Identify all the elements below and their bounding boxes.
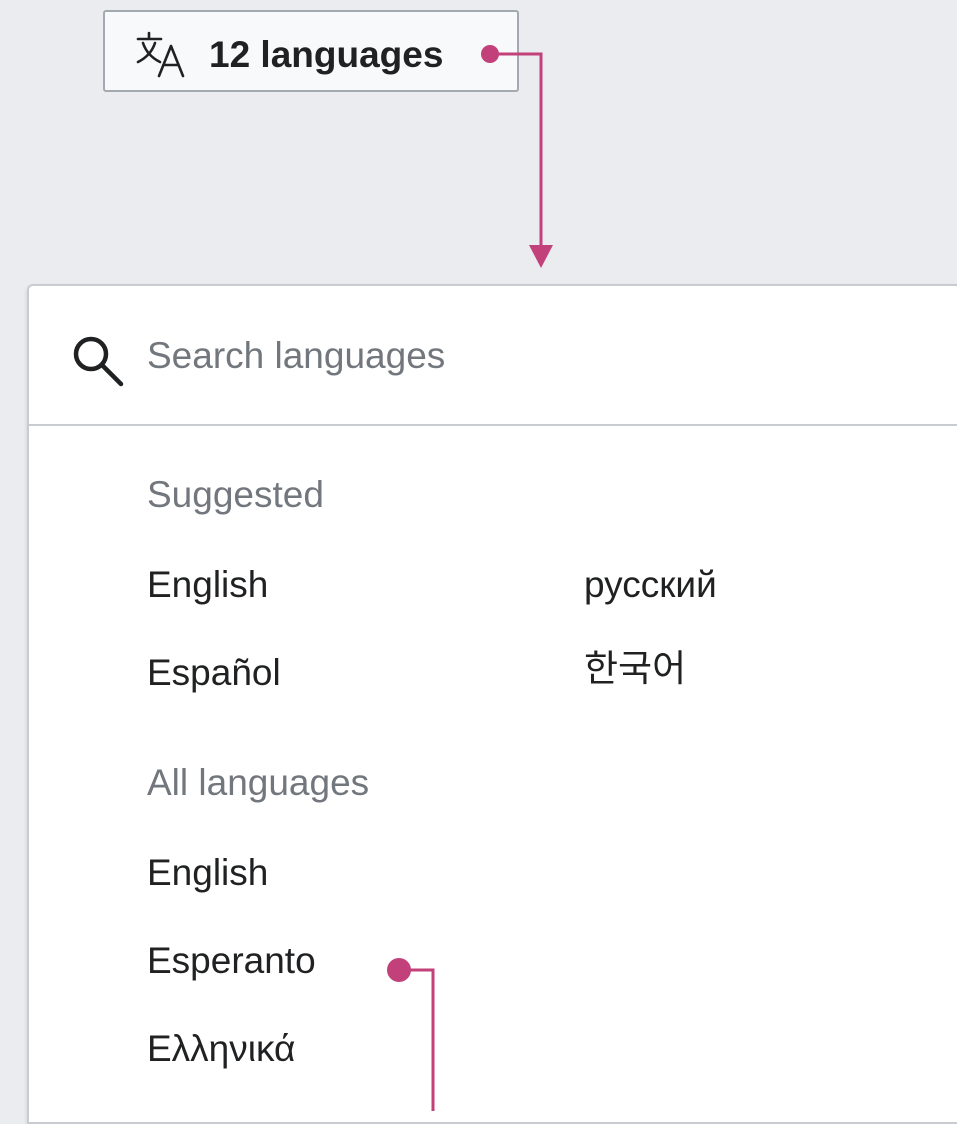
suggested-item-english[interactable]: English bbox=[147, 564, 268, 606]
suggested-item-korean[interactable]: 한국어 bbox=[584, 648, 686, 690]
language-selector-panel: Suggested English русский Español 한국어 Al… bbox=[27, 284, 957, 1124]
all-languages-heading: All languages bbox=[147, 762, 370, 803]
all-languages-item-greek[interactable]: Ελληνικά bbox=[147, 1028, 295, 1070]
all-languages-item-esperanto[interactable]: Esperanto bbox=[147, 940, 316, 982]
translate-icon bbox=[136, 31, 185, 78]
search-icon bbox=[73, 336, 124, 387]
language-count-label: 12 languages bbox=[209, 34, 444, 75]
annotation-arrowhead bbox=[529, 245, 553, 268]
search-row bbox=[29, 286, 957, 426]
suggested-heading: Suggested bbox=[147, 474, 324, 515]
all-languages-item-english[interactable]: English bbox=[147, 852, 268, 894]
suggested-item-russian[interactable]: русский bbox=[584, 564, 717, 606]
suggested-item-spanish[interactable]: Español bbox=[147, 652, 281, 694]
search-input[interactable] bbox=[147, 326, 847, 386]
language-button[interactable]: 12 languages bbox=[103, 10, 519, 92]
